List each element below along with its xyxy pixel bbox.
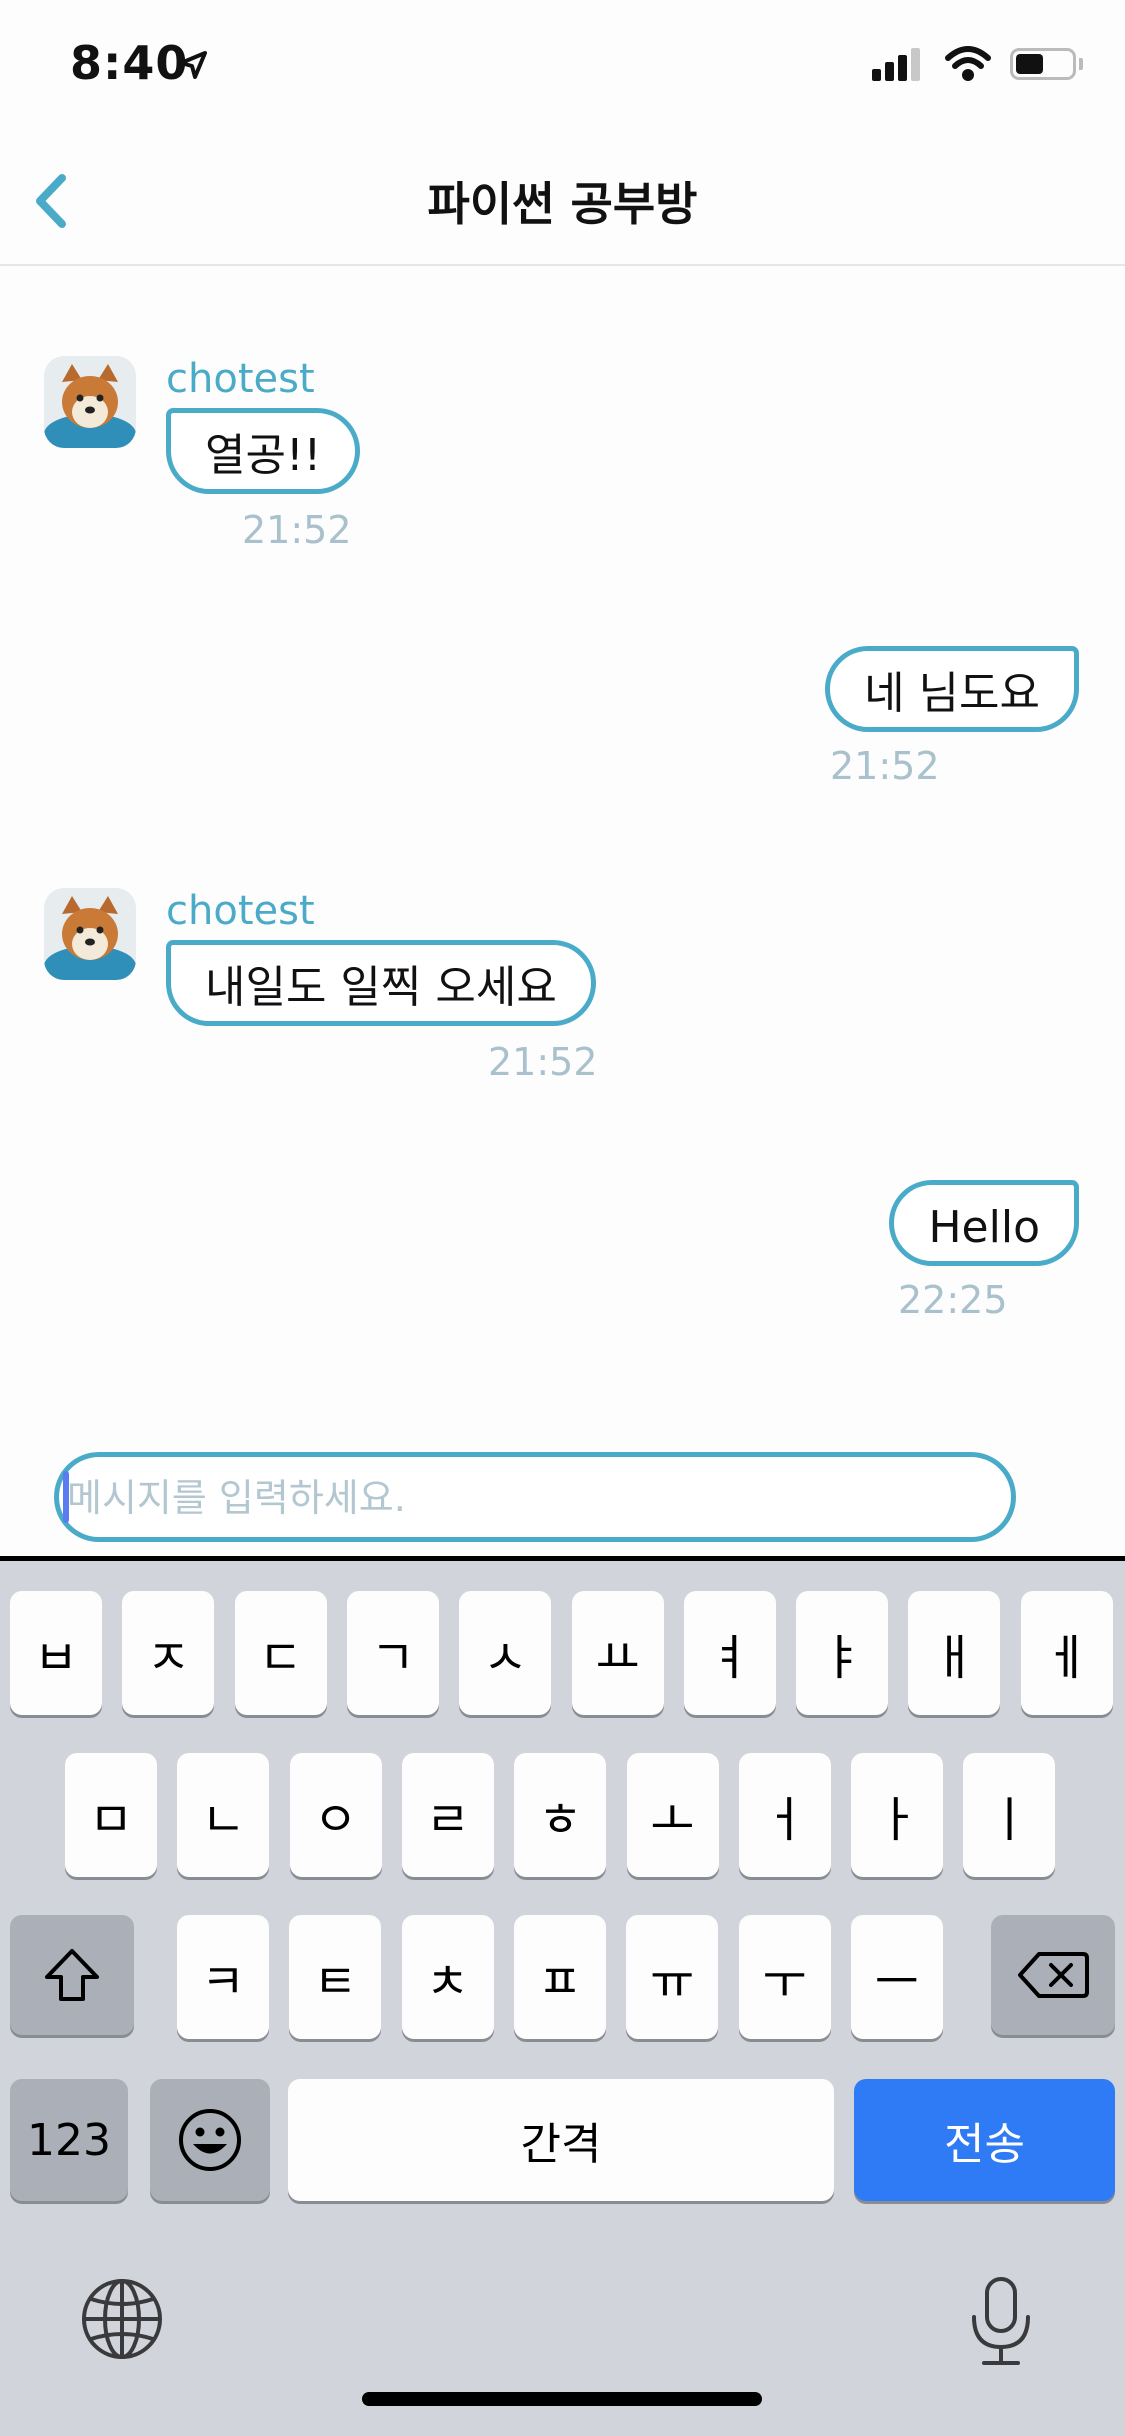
chat-room-title: 파이썬 공부방 bbox=[427, 177, 698, 231]
letter-key[interactable]: ㅣ bbox=[963, 1753, 1056, 1877]
avatar[interactable] bbox=[44, 356, 136, 448]
space-key[interactable]: 간격 bbox=[288, 2079, 834, 2201]
globe-button[interactable] bbox=[80, 2277, 164, 2361]
message-time: 21:52 bbox=[830, 744, 940, 788]
status-bar: 8:40 bbox=[0, 0, 1125, 140]
message-incoming: chotest 내일도 일찍 오세요 21:52 bbox=[0, 796, 1125, 1096]
navigation-bar: 파이썬 공부방 bbox=[0, 140, 1125, 266]
text-cursor bbox=[63, 1471, 69, 1523]
avatar[interactable] bbox=[44, 888, 136, 980]
letter-key[interactable]: ㅌ bbox=[289, 1915, 382, 2039]
letter-key[interactable]: ㅡ bbox=[850, 1915, 943, 2039]
letter-key[interactable]: ㅍ bbox=[513, 1915, 606, 2039]
shift-key[interactable] bbox=[10, 1915, 134, 2035]
status-time: 8:40 bbox=[70, 36, 189, 90]
korean-keyboard: ㅂㅈㄷㄱㅅㅛㅕㅑㅐㅔ ㅁㄴㅇㄹㅎㅗㅓㅏㅣ ㅋㅌㅊㅍㅠㅜㅡ 123 간격 전송 bbox=[0, 1556, 1125, 2436]
shiba-dog-avatar-image bbox=[44, 888, 136, 980]
letter-key[interactable]: ㅗ bbox=[626, 1753, 719, 1877]
letter-key[interactable]: ㅔ bbox=[1020, 1591, 1113, 1715]
send-key[interactable]: 전송 bbox=[854, 2079, 1115, 2201]
wifi-icon bbox=[945, 46, 991, 81]
globe-icon bbox=[82, 2279, 162, 2359]
message-time: 21:52 bbox=[242, 508, 352, 552]
letter-key[interactable]: ㅜ bbox=[738, 1915, 831, 2039]
shift-icon bbox=[45, 1949, 99, 2001]
letter-key[interactable]: ㄹ bbox=[401, 1753, 494, 1877]
letter-key[interactable]: ㅊ bbox=[401, 1915, 494, 2039]
letter-key[interactable]: ㅠ bbox=[626, 1915, 719, 2039]
letter-key[interactable]: ㅅ bbox=[459, 1591, 552, 1715]
emoji-icon bbox=[179, 2109, 241, 2171]
backspace-icon bbox=[1018, 1952, 1089, 1998]
letter-key[interactable]: ㅎ bbox=[514, 1753, 607, 1877]
message-time: 22:25 bbox=[898, 1278, 1008, 1322]
message-time: 21:52 bbox=[488, 1040, 598, 1084]
letter-key[interactable]: ㅓ bbox=[738, 1753, 831, 1877]
letter-key[interactable]: ㄷ bbox=[234, 1591, 327, 1715]
letter-key[interactable]: ㅑ bbox=[796, 1591, 889, 1715]
microphone-icon bbox=[972, 2277, 1030, 2365]
battery-icon bbox=[1010, 48, 1083, 80]
message-bubble[interactable]: 열공!! bbox=[166, 408, 361, 494]
shiba-dog-avatar-image bbox=[44, 356, 136, 448]
letter-key[interactable]: ㅐ bbox=[908, 1591, 1001, 1715]
numbers-key[interactable]: 123 bbox=[10, 2079, 128, 2201]
message-outgoing: Hello 22:25 bbox=[0, 1180, 1125, 1330]
emoji-key[interactable] bbox=[150, 2079, 270, 2201]
letter-key[interactable]: ㄴ bbox=[177, 1753, 270, 1877]
letter-key[interactable]: ㅏ bbox=[851, 1753, 944, 1877]
space-key-label: 간격 bbox=[520, 2119, 602, 2170]
letter-key[interactable]: ㅇ bbox=[289, 1753, 382, 1877]
home-indicator bbox=[362, 2392, 762, 2406]
letter-key[interactable]: ㅋ bbox=[177, 1915, 269, 2039]
cellular-signal-icon bbox=[872, 48, 920, 81]
location-arrow-icon bbox=[179, 51, 207, 79]
message-list[interactable]: chotest 열공!! 21:52 네 님도요 21:52 chotest 내… bbox=[0, 266, 1125, 1556]
letter-key[interactable]: ㄱ bbox=[346, 1591, 439, 1715]
numbers-key-label: 123 bbox=[27, 2114, 111, 2166]
sender-name: chotest bbox=[166, 888, 315, 934]
message-bubble[interactable]: 내일도 일찍 오세요 bbox=[166, 940, 596, 1026]
letter-key[interactable]: ㅁ bbox=[65, 1753, 157, 1877]
message-bubble[interactable]: 네 님도요 bbox=[825, 646, 1079, 732]
status-icons bbox=[870, 46, 1083, 82]
sender-name: chotest bbox=[166, 356, 315, 402]
message-incoming: chotest 열공!! 21:52 bbox=[0, 266, 1125, 566]
message-input[interactable] bbox=[65, 1457, 989, 1539]
letter-key[interactable]: ㅕ bbox=[683, 1591, 776, 1715]
letter-key[interactable]: ㅂ bbox=[10, 1591, 102, 1715]
delete-key[interactable] bbox=[991, 1915, 1115, 2035]
message-composer bbox=[54, 1452, 1016, 1542]
message-bubble[interactable]: Hello bbox=[889, 1180, 1079, 1266]
send-key-label: 전송 bbox=[944, 2119, 1025, 2170]
dictation-button[interactable] bbox=[964, 2273, 1038, 2369]
message-outgoing: 네 님도요 21:52 bbox=[0, 646, 1125, 796]
letter-key[interactable]: ㅛ bbox=[571, 1591, 664, 1715]
battery-level bbox=[1016, 54, 1043, 74]
letter-key[interactable]: ㅈ bbox=[122, 1591, 215, 1715]
